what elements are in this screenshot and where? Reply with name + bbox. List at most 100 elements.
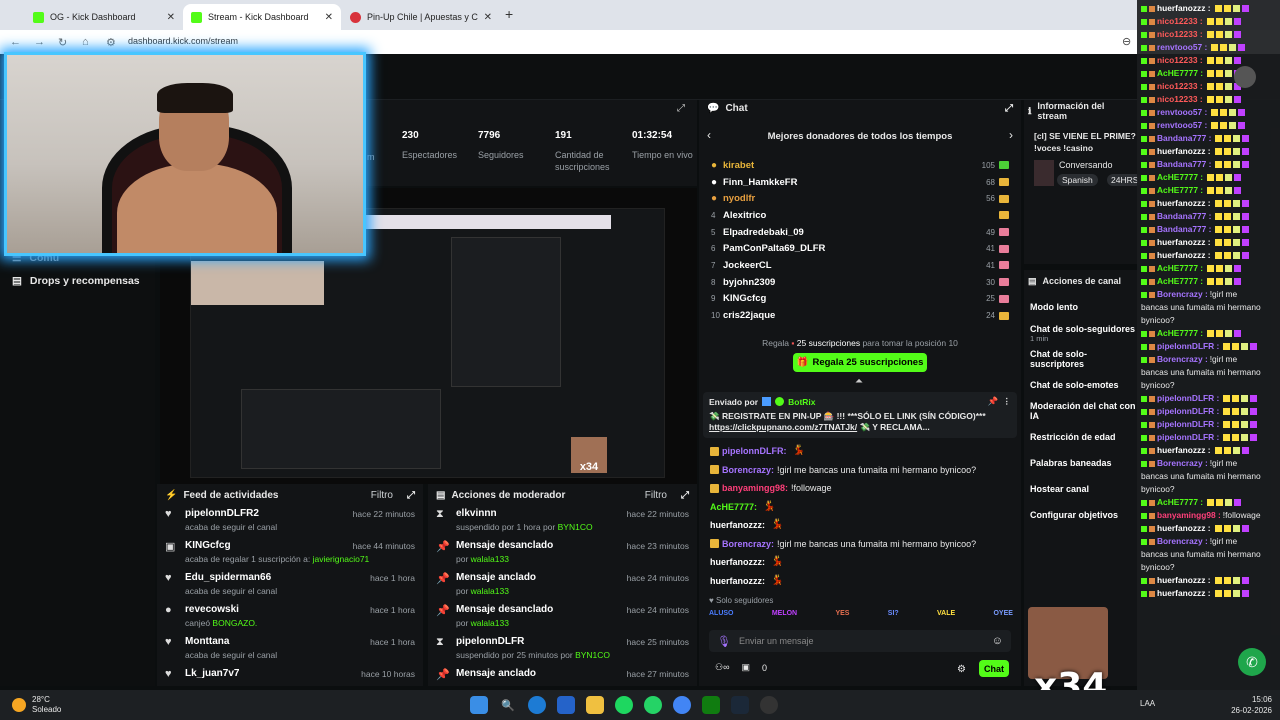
donor-row[interactable]: 7 JockeerCL 41: [699, 257, 1021, 274]
chat-message[interactable]: AcHE7777: 💃: [699, 498, 1021, 517]
chat-input[interactable]: Enviar un mensaje: [739, 636, 984, 646]
chat-message[interactable]: huerfanozzz: 💃: [699, 516, 1021, 535]
list-item[interactable]: 📌 Mensaje anclado por walala133 hace 24 min…: [428, 570, 697, 602]
emote-2[interactable]: YES: [835, 610, 849, 617]
channel-action-item[interactable]: Restricción de edad: [1024, 424, 1140, 450]
list-item[interactable]: ⧗ elkvinnn suspendido por 1 hora por BYN1C…: [428, 506, 697, 538]
chat-message[interactable]: banyamingg98: !followage: [699, 479, 1021, 498]
home-icon[interactable]: ⌂: [82, 36, 96, 48]
chat-username[interactable]: AcHE7777:: [710, 501, 757, 513]
chat-message[interactable]: Borencrazy: !girl me bancas una fumaita m…: [699, 461, 1021, 480]
channel-action-item[interactable]: Modo lento: [1024, 294, 1140, 320]
zoom-icon[interactable]: ⊖: [1122, 35, 1131, 48]
chrome-icon[interactable]: [673, 696, 691, 714]
donor-row[interactable]: ● nyodlfr 56: [699, 190, 1021, 207]
obs-icon[interactable]: [760, 696, 778, 714]
close-tab-icon[interactable]: ✕: [325, 12, 333, 23]
avatar[interactable]: [1234, 66, 1256, 88]
settings-gear-icon[interactable]: ⚙: [957, 664, 966, 675]
pinned-link[interactable]: https://clickpupnano.com/z7TNATJk/: [709, 422, 857, 432]
list-item[interactable]: ⧗ pipelonnDLFR suspendido por 25 minutos p…: [428, 634, 697, 666]
list-item[interactable]: ▣ KINGcfcg acaba de regalar 1 suscripción …: [157, 538, 423, 570]
tab-stream-dashboard[interactable]: Stream - Kick Dashboard ✕: [183, 4, 341, 30]
whatsapp-taskbar-icon[interactable]: [644, 696, 662, 714]
weather-widget[interactable]: 28°C Soleado: [12, 695, 132, 715]
chat-username[interactable]: huerfanozzz:: [710, 556, 765, 568]
chat-message[interactable]: huerfanozzz: 💃: [699, 572, 1021, 591]
chat-input-box[interactable]: 🎙 Enviar un mensaje ☺: [709, 630, 1011, 652]
donor-row[interactable]: ● kirabet 105: [699, 157, 1021, 174]
store-icon[interactable]: [557, 696, 575, 714]
donor-row[interactable]: 8 byjohn2309 30: [699, 274, 1021, 291]
pin-icon[interactable]: 📌: [988, 396, 999, 407]
emote-5[interactable]: OYEE: [993, 610, 1012, 617]
sidebar-item-drops[interactable]: ▤ Drops y recompensas: [0, 275, 140, 287]
chat-username[interactable]: Borencrazy:: [722, 464, 774, 476]
donor-row[interactable]: 5 Elpadredebaki_09 49: [699, 224, 1021, 241]
close-tab-icon[interactable]: ✕: [167, 12, 175, 23]
mic-icon[interactable]: 🎙: [717, 635, 731, 648]
edge-icon[interactable]: [528, 696, 546, 714]
points-icon[interactable]: ⚇∞: [715, 662, 729, 673]
filter-button[interactable]: Filtro: [645, 490, 667, 501]
channel-action-item[interactable]: Hostear canal: [1024, 476, 1140, 502]
expand-icon[interactable]: ⤢: [681, 490, 689, 501]
list-item[interactable]: ♥ Edu_spiderman66 acaba de seguir el canal…: [157, 570, 423, 602]
list-item[interactable]: ♥ pipelonnDLFR2 acaba de seguir el canal ha…: [157, 506, 423, 538]
whatsapp-icon[interactable]: ✆: [1238, 648, 1266, 676]
emote-4[interactable]: VALE: [937, 610, 955, 617]
donor-row[interactable]: 6 PamConPalta69_DLFR 41: [699, 240, 1021, 257]
channel-action-item[interactable]: Chat de solo-seguidores 1 min: [1024, 320, 1140, 346]
chat-username[interactable]: pipelonnDLFR:: [722, 445, 787, 457]
filter-button[interactable]: Filtro: [371, 490, 393, 501]
list-item[interactable]: 📌 Mensaje desanclado por walala133 hace 24 …: [428, 602, 697, 634]
language-indicator[interactable]: LAA: [1140, 699, 1155, 708]
donor-row[interactable]: 10 cris22jaque 24: [699, 307, 1021, 324]
next-arrow-icon[interactable]: ›: [1009, 128, 1013, 142]
site-info-icon[interactable]: ⚙: [106, 36, 120, 49]
list-item[interactable]: 📌 Mensaje desanclado por walala133 hace 23 …: [428, 538, 697, 570]
channel-action-item[interactable]: Chat de solo-suscriptores: [1024, 346, 1140, 372]
chat-username[interactable]: Borencrazy:: [722, 538, 774, 550]
donor-row[interactable]: 4 Alexitrico: [699, 207, 1021, 224]
chat-username[interactable]: banyamingg98:: [722, 482, 788, 494]
list-item[interactable]: ● revecowski canjeó BONGAZO. hace 1 hora: [157, 602, 423, 634]
tab-og-dashboard[interactable]: OG - Kick Dashboard ✕: [25, 4, 183, 30]
spotify-icon[interactable]: [615, 696, 633, 714]
steam-icon[interactable]: [731, 696, 749, 714]
scroll-up-icon[interactable]: ⏶: [855, 376, 863, 387]
reload-icon[interactable]: ↻: [58, 36, 72, 49]
chat-username[interactable]: huerfanozzz:: [710, 519, 765, 531]
gift-subs-button[interactable]: 🎁 Regala 25 suscripciones: [793, 353, 927, 372]
back-icon[interactable]: ←: [10, 36, 24, 48]
chat-message[interactable]: pipelonnDLFR: 💃: [699, 442, 1021, 461]
tab-pinup[interactable]: Pin-Up Chile | Apuestas y Casin ✕: [342, 4, 500, 30]
expand-icon[interactable]: ⤢: [677, 103, 685, 114]
emote-1[interactable]: MELON: [772, 610, 797, 617]
expand-icon[interactable]: ⤢: [407, 490, 415, 501]
forward-icon[interactable]: →: [34, 36, 48, 48]
channel-action-item[interactable]: Configurar objetivos: [1024, 502, 1140, 528]
emoji-icon[interactable]: ☺: [992, 635, 1003, 647]
clock[interactable]: 15:06 26-02-2026: [1231, 694, 1272, 716]
chat-username[interactable]: huerfanozzz:: [710, 575, 765, 587]
donor-row[interactable]: 9 KINGcfcg 25: [699, 291, 1021, 308]
windows-start-icon[interactable]: [470, 696, 488, 714]
expand-icon[interactable]: ⤢: [1005, 103, 1013, 114]
folder-icon[interactable]: [586, 696, 604, 714]
channel-action-item[interactable]: Palabras baneadas: [1024, 450, 1140, 476]
emote-3[interactable]: SI?: [888, 610, 899, 617]
more-icon[interactable]: ⋮: [1003, 396, 1012, 407]
list-item[interactable]: ♥ Monttana acaba de seguir el canal hace 1 …: [157, 634, 423, 666]
chat-message[interactable]: Borencrazy: !girl me bancas una fumaita m…: [699, 535, 1021, 554]
chat-message[interactable]: huerfanozzz: 💃: [699, 553, 1021, 572]
channel-action-item[interactable]: Chat de solo-emotes: [1024, 372, 1140, 398]
search-icon[interactable]: 🔍: [499, 696, 517, 714]
emote-0[interactable]: ALUSO: [709, 610, 734, 617]
new-tab-icon[interactable]: +: [505, 6, 513, 22]
xbox-icon[interactable]: [702, 696, 720, 714]
url-text[interactable]: dashboard.kick.com/stream: [128, 36, 238, 46]
channel-action-item[interactable]: Moderación del chat con IA: [1024, 398, 1140, 424]
donor-row[interactable]: ● Finn_HamkkeFR 68: [699, 174, 1021, 191]
chat-send-button[interactable]: Chat: [979, 660, 1009, 677]
